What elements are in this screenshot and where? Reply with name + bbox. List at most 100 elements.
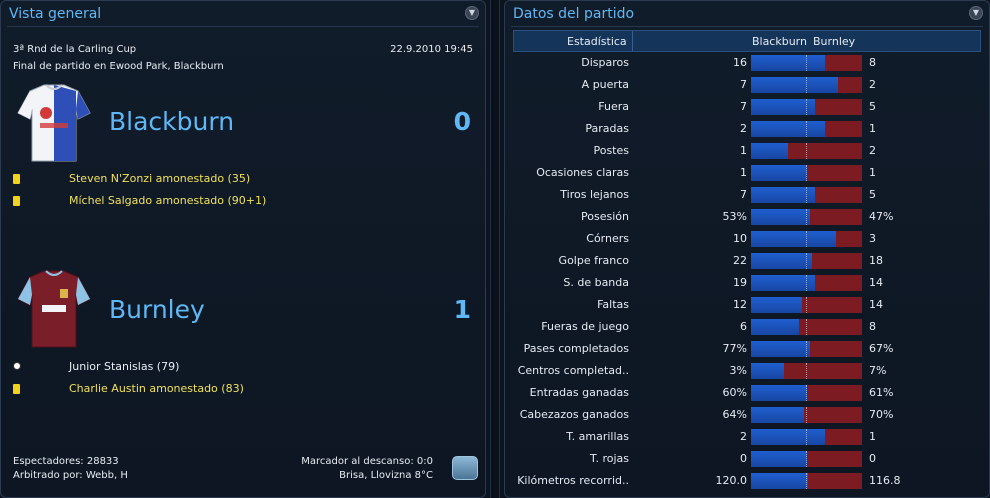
stat-bar-home-fill [751,341,810,357]
stat-comparison-bar [751,407,862,423]
stat-home-value: 2 [740,430,747,443]
away-team-score: 1 [453,295,471,324]
stat-row: S. de banda 19 14 [505,272,990,294]
stat-home-value: 0 [740,452,747,465]
stat-comparison-bar [751,341,862,357]
collapse-stats-button[interactable]: ▼ [969,6,983,20]
title-divider [7,26,479,27]
stat-label: Tiros lejanos [560,188,629,201]
stat-away-value: 116.8 [869,474,901,487]
stat-label: Kilómetros recorrid.. [517,474,629,487]
stat-row: Pases completados 77% 67% [505,338,990,360]
stat-away-value: 14 [869,276,883,289]
stat-label: Cabezazos ganados [519,408,629,421]
stat-home-value: 2 [740,122,747,135]
stat-comparison-bar [751,297,862,313]
stat-bar-home-fill [751,429,825,445]
stat-home-value: 19 [733,276,747,289]
stat-bar-home-fill [751,143,788,159]
blackburn-kit-icon [17,84,91,162]
yellow-card-icon [13,174,20,184]
stat-bar-midline [806,231,807,247]
stat-away-value: 8 [869,56,876,69]
stat-label: Faltas [597,298,629,311]
stat-home-value: 120.0 [715,474,748,487]
stat-row: Fueras de juego 6 8 [505,316,990,338]
stat-bar-home-fill [751,253,812,269]
weather-rain-icon [452,456,478,480]
stat-bar-home-fill [751,363,784,379]
collapse-overview-button[interactable]: ▼ [465,6,479,20]
referee-text: Arbitrado por: Webb, H [13,470,128,481]
overview-title: Vista general [9,6,102,22]
stat-away-value: 7% [869,364,887,377]
match-datetime: 22.9.2010 19:45 [390,44,473,55]
stats-table-header: Estadística Blackburn Burnley [513,30,981,52]
stat-home-value: 22 [733,254,747,267]
event-text: Míchel Salgado amonestado (90+1) [69,194,267,207]
stat-away-value: 1 [869,430,876,443]
stat-comparison-bar [751,121,862,137]
stat-row: Córners 10 3 [505,228,990,250]
stat-bar-midline [806,187,807,203]
stat-home-value: 7 [740,188,747,201]
stat-comparison-bar [751,253,862,269]
stat-comparison-bar [751,99,862,115]
stat-away-value: 1 [869,122,876,135]
stat-away-value: 5 [869,100,876,113]
stat-home-value: 7 [740,100,747,113]
competition-label: 3ª Rnd de la Carling Cup [13,44,137,55]
stat-label: Entradas ganadas [529,386,629,399]
stat-label: Posesión [581,210,629,223]
stat-label: Pases completados [523,342,629,355]
stat-home-value: 64% [722,408,747,421]
stat-comparison-bar [751,275,862,291]
stat-away-value: 5 [869,188,876,201]
stat-row: Cabezazos ganados 64% 70% [505,404,990,426]
stat-bar-midline [806,451,807,467]
stat-comparison-bar [751,451,862,467]
stat-row: T. rojas 0 0 [505,448,990,470]
stat-label: T. rojas [590,452,629,465]
header-away: Burnley [813,35,856,48]
stat-row: Tiros lejanos 7 5 [505,184,990,206]
stat-away-value: 1 [869,166,876,179]
header-home: Blackburn [751,35,807,48]
match-stats-panel: Datos del partido ▼ Estadística Blackbur… [504,0,990,498]
stat-bar-home-fill [751,407,804,423]
home-team-name: Blackburn [109,107,235,136]
stat-bar-home-fill [751,77,838,93]
event-text: Junior Stanislas (79) [69,360,180,373]
stat-home-value: 7 [740,78,747,91]
stat-label: A puerta [581,78,629,91]
event-text: Charlie Austin amonestado (83) [69,382,244,395]
stat-row: T. amarillas 2 1 [505,426,990,448]
stat-row: Disparos 16 8 [505,52,990,74]
goal-ball-icon [13,362,21,370]
stat-row: Faltas 12 14 [505,294,990,316]
stat-label: S. de banda [563,276,629,289]
stat-comparison-bar [751,429,862,445]
stat-home-value: 53% [722,210,747,223]
stat-bar-midline [806,55,807,71]
stat-bar-home-fill [751,473,808,489]
stat-away-value: 2 [869,144,876,157]
stat-comparison-bar [751,231,862,247]
stat-bar-home-fill [751,451,807,467]
panel-divider[interactable] [490,0,500,498]
header-separator [632,31,633,51]
burnley-kit-icon [17,270,91,348]
stat-away-value: 8 [869,320,876,333]
match-stats-title: Datos del partido [513,6,635,22]
attendance-text: Espectadores: 28833 [13,456,119,467]
stat-label: Fuera [598,100,629,113]
overview-panel: Vista general ▼ 3ª Rnd de la Carling Cup… [0,0,486,498]
header-stat: Estadística [567,35,627,48]
match-venue: Final de partido en Ewood Park, Blackbur… [13,61,224,72]
stat-row: Kilómetros recorrid.. 120.0 116.8 [505,470,990,492]
stat-comparison-bar [751,55,862,71]
stat-bar-home-fill [751,231,836,247]
stat-comparison-bar [751,209,862,225]
title-divider [511,26,983,27]
stat-home-value: 1 [740,144,747,157]
